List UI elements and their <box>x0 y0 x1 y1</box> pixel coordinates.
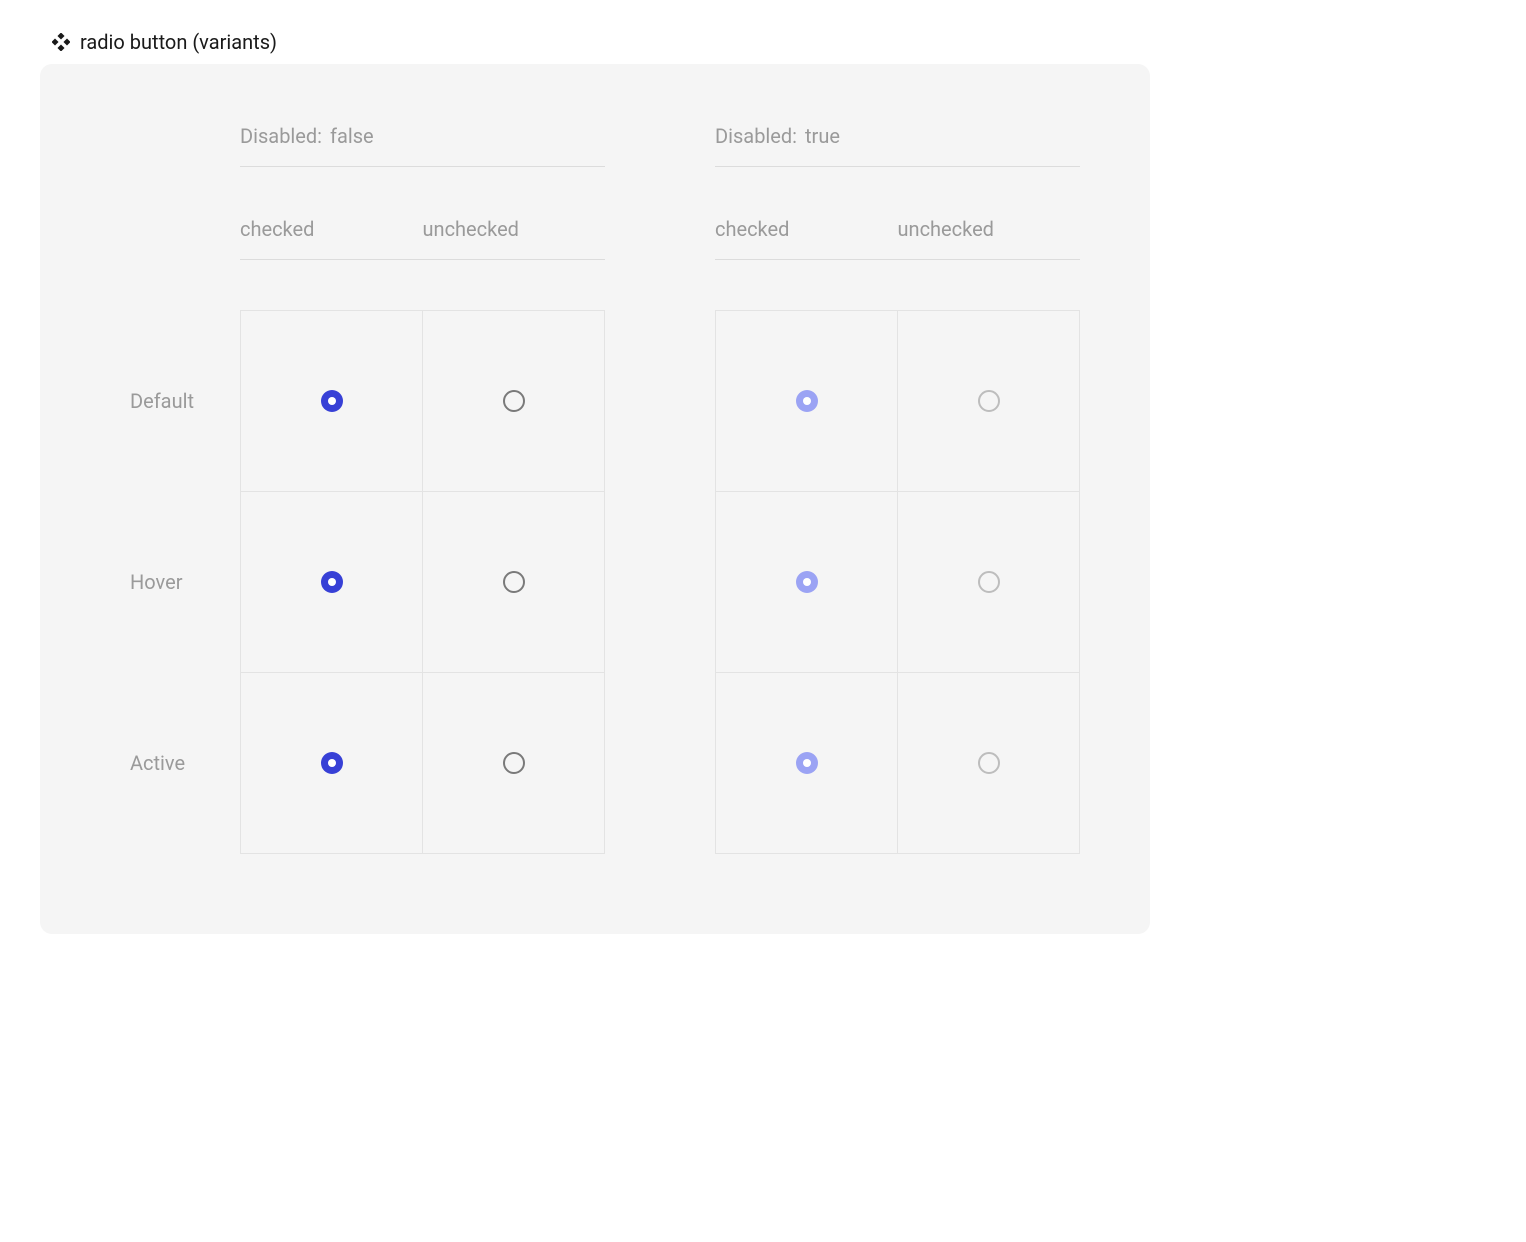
column-headers: checked unchecked <box>715 217 1080 260</box>
section-header-disabled-true: Disabled: true <box>715 124 1080 167</box>
radio-checked-active[interactable] <box>321 752 343 774</box>
radio-unchecked-default[interactable] <box>503 390 525 412</box>
radio-unchecked-active[interactable] <box>503 752 525 774</box>
column-header-unchecked: unchecked <box>898 217 1081 241</box>
variant-cell <box>716 311 898 492</box>
variant-cell <box>423 311 605 492</box>
group-disabled-false: Disabled: false checked unchecked Defaul… <box>240 124 605 854</box>
radio-unchecked-default-disabled <box>978 390 1000 412</box>
row-label-hover: Hover <box>130 491 240 672</box>
radio-unchecked-hover-disabled <box>978 571 1000 593</box>
radio-checked-hover-disabled <box>796 571 818 593</box>
variant-cell <box>898 311 1080 492</box>
radio-checked-hover[interactable] <box>321 571 343 593</box>
variant-grid-disabled <box>715 310 1080 854</box>
radio-checked-default-disabled <box>796 390 818 412</box>
variants-canvas: Disabled: false checked unchecked Defaul… <box>40 64 1150 934</box>
disabled-label: Disabled: <box>240 124 322 148</box>
row-label-spacer <box>605 491 715 672</box>
row-label-active: Active <box>130 672 240 853</box>
radio-checked-default[interactable] <box>321 390 343 412</box>
row-label-default: Default <box>130 310 240 491</box>
column-header-checked: checked <box>715 217 898 241</box>
variant-grid-enabled <box>240 310 605 854</box>
variant-cell <box>241 673 423 854</box>
row-label-spacer <box>605 310 715 491</box>
column-headers: checked unchecked <box>240 217 605 260</box>
radio-checked-active-disabled <box>796 752 818 774</box>
row-label-spacer <box>605 672 715 853</box>
component-title: radio button (variants) <box>80 30 277 54</box>
group-disabled-true: Disabled: true checked unchecked <box>715 124 1080 854</box>
disabled-value: false <box>330 124 374 148</box>
disabled-label: Disabled: <box>715 124 797 148</box>
variant-cell <box>716 673 898 854</box>
variant-cell <box>241 492 423 673</box>
variants-icon <box>52 33 70 51</box>
variant-cell <box>241 311 423 492</box>
variant-cell <box>898 673 1080 854</box>
column-header-unchecked: unchecked <box>423 217 606 241</box>
section-header-disabled-false: Disabled: false <box>240 124 605 167</box>
column-header-checked: checked <box>240 217 423 241</box>
disabled-value: true <box>805 124 840 148</box>
radio-unchecked-active-disabled <box>978 752 1000 774</box>
variant-cell <box>423 673 605 854</box>
variant-cell <box>716 492 898 673</box>
variant-cell <box>898 492 1080 673</box>
variant-cell <box>423 492 605 673</box>
radio-unchecked-hover[interactable] <box>503 571 525 593</box>
component-header: radio button (variants) <box>52 30 1486 54</box>
